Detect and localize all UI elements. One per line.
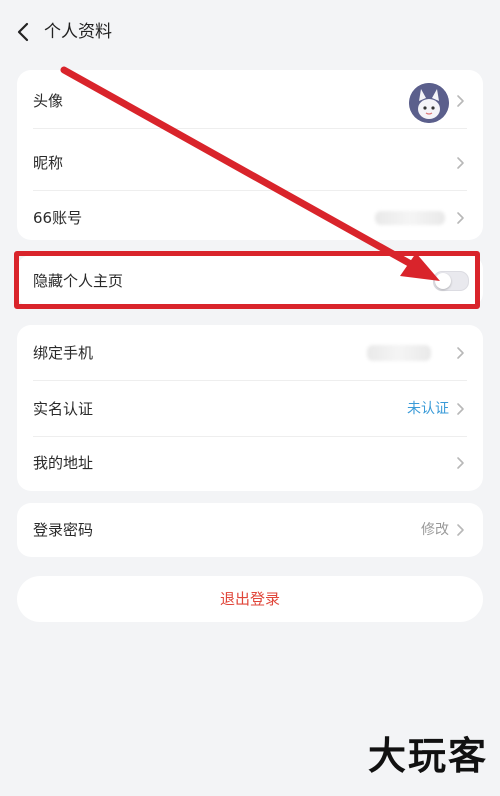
avatar[interactable]	[409, 83, 449, 123]
chevron-right-icon	[457, 524, 464, 536]
address-label: 我的地址	[33, 454, 94, 472]
account-card: 绑定手机 实名认证 未认证 我的地址	[17, 325, 483, 491]
back-arrow-icon[interactable]	[12, 20, 36, 44]
logout-button[interactable]: 退出登录	[17, 576, 483, 622]
password-card: 登录密码 修改	[17, 503, 483, 557]
avatar-image	[409, 83, 449, 123]
nickname-label: 昵称	[33, 154, 64, 172]
page-title: 个人资料	[44, 22, 112, 42]
chevron-right-icon	[457, 403, 464, 415]
account-id-label: 66账号	[33, 209, 83, 227]
chevron-right-icon	[457, 157, 464, 169]
chevron-right-icon	[457, 457, 464, 469]
hide-homepage-row[interactable]: 隐藏个人主页	[17, 253, 483, 309]
real-name-row[interactable]: 实名认证 未认证	[17, 381, 483, 437]
profile-card: 头像 昵称 66账号	[17, 70, 483, 240]
phone-value-blurred	[367, 345, 431, 361]
password-row[interactable]: 登录密码 修改	[17, 502, 483, 558]
divider	[33, 128, 467, 129]
address-row[interactable]: 我的地址	[17, 435, 483, 491]
password-modify: 修改	[421, 522, 449, 538]
real-name-label: 实名认证	[33, 400, 94, 418]
header: 个人资料	[0, 0, 500, 64]
chevron-right-icon	[457, 212, 464, 224]
chevron-right-icon	[457, 95, 464, 107]
hide-homepage-toggle[interactable]	[433, 271, 469, 291]
bind-phone-row[interactable]: 绑定手机	[17, 325, 483, 381]
avatar-row[interactable]: 头像	[17, 73, 483, 129]
bind-phone-label: 绑定手机	[33, 344, 94, 362]
real-name-status: 未认证	[407, 401, 449, 417]
avatar-label: 头像	[33, 92, 64, 110]
toggle-knob	[435, 273, 451, 289]
account-id-value-blurred	[375, 211, 445, 225]
hide-homepage-label: 隐藏个人主页	[33, 272, 124, 290]
nickname-row[interactable]: 昵称	[17, 135, 483, 191]
password-label: 登录密码	[33, 521, 94, 539]
account-id-row[interactable]: 66账号	[17, 190, 483, 246]
watermark: 大玩客	[367, 734, 488, 778]
hide-homepage-card: 隐藏个人主页	[17, 255, 483, 307]
chevron-right-icon	[457, 347, 464, 359]
